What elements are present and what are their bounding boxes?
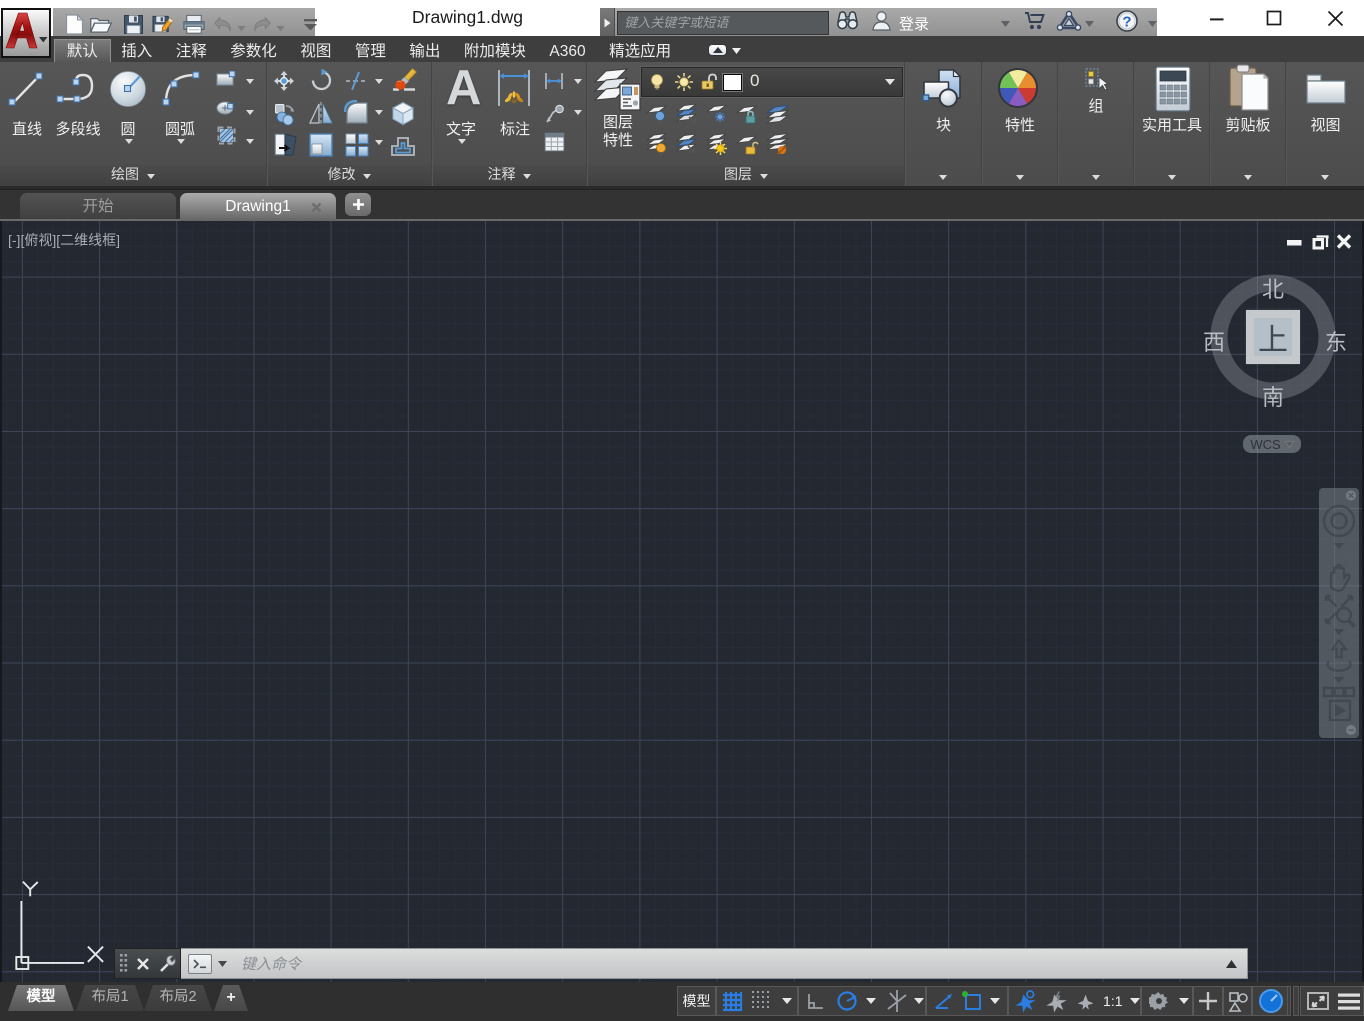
svg-text:?: ? — [1122, 13, 1131, 30]
